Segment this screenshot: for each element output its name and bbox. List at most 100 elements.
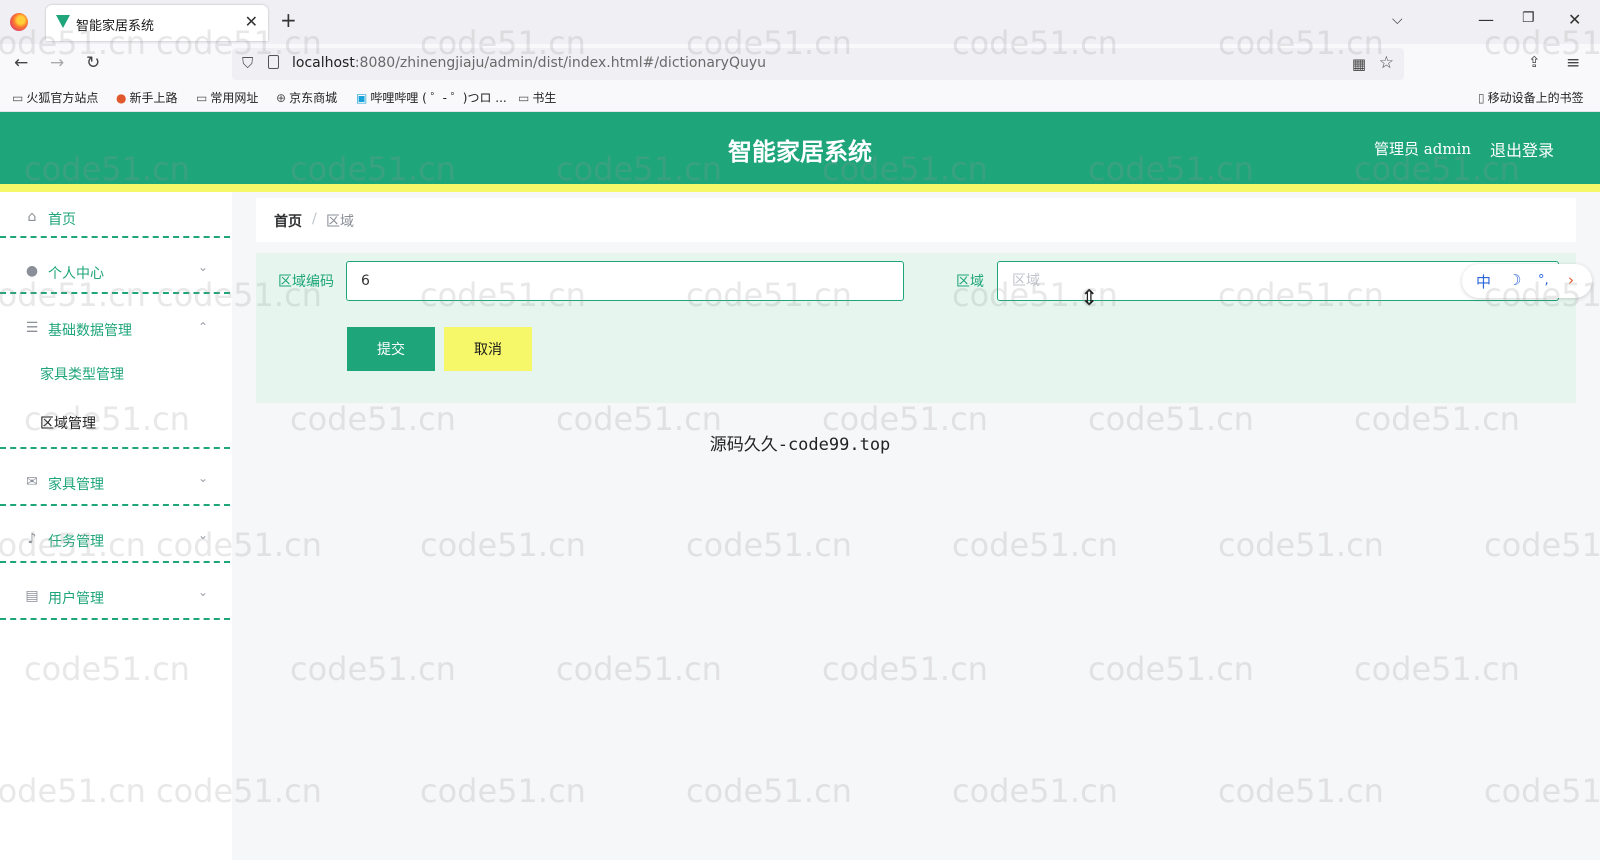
url-bar[interactable]: ⛉ localhost:8080/zhinengjiaju/admin/dist… <box>232 48 1404 80</box>
sidebar-item-label: 家具管理 <box>48 477 104 493</box>
ime-toolbar[interactable]: 中 ☽ °, › <box>1462 264 1592 298</box>
bookmark-item[interactable]: ▭ 常用网址 <box>196 89 258 106</box>
watermark: code51.cn <box>686 526 852 564</box>
sidebar-item-label: 个人中心 <box>48 266 104 282</box>
area-form: 区域编码 区域 提交 取消 <box>256 253 1576 403</box>
area-code-input[interactable] <box>346 261 904 301</box>
card-icon: ▤ <box>25 588 39 604</box>
watermark: code51.cn <box>1218 772 1384 810</box>
bookmarks-bar: ▭ 火狐官方站点 ● 新手上路 ▭ 常用网址 ⊕ 京东商城 ▣ 哔哩哔哩 ( ゜- ゜)つ… <box>0 84 1600 112</box>
moon-icon[interactable]: ☽ <box>1508 271 1521 289</box>
watermark: code51.cn <box>420 772 586 810</box>
sidebar-item-label: 任务管理 <box>48 534 104 550</box>
menu-divider <box>0 504 230 506</box>
menu-divider <box>0 618 230 620</box>
globe-icon: ⊕ <box>276 91 287 105</box>
breadcrumb-current: 区域 <box>326 214 354 230</box>
watermark: code51.cn <box>1354 650 1520 688</box>
mic-icon: ♪ <box>27 531 37 547</box>
sidebar: ⌂ 首页 ● 个人中心 ⌄ ☰ 基础数据管理 ⌃ 家具类型管理 区域管理 ✉ 家… <box>0 192 232 860</box>
watermark: code51.cn <box>952 526 1118 564</box>
tab-list-chevron-icon[interactable]: ⌵ <box>1392 12 1403 28</box>
phone-icon: ▯ <box>1478 91 1485 105</box>
watermark: code51.cn <box>1088 650 1254 688</box>
ime-language[interactable]: 中 <box>1476 271 1491 292</box>
folder-icon: ▭ <box>518 91 530 105</box>
cancel-button[interactable]: 取消 <box>444 327 532 371</box>
watermark: code51.cn <box>1484 526 1600 564</box>
shield-icon[interactable]: ⛉ <box>242 54 253 72</box>
breadcrumb-separator: / <box>312 211 317 227</box>
footer-note: 源码久久-code99.top <box>709 435 891 455</box>
header-accent-strip <box>0 184 1600 192</box>
back-arrow-icon[interactable]: ← <box>14 53 28 73</box>
chevron-down-icon: ⌄ <box>198 585 209 599</box>
chevron-down-icon: ⌄ <box>198 528 209 542</box>
watermark: code51.cn <box>822 650 988 688</box>
watermark: code51.cn <box>686 772 852 810</box>
text-cursor-icon: ⇕ <box>1080 286 1099 311</box>
area-code-label: 区域编码 <box>278 274 334 290</box>
window-close-icon[interactable]: ✕ <box>1568 10 1581 29</box>
bilibili-icon: ▣ <box>356 91 368 105</box>
vue-favicon-icon <box>56 15 70 28</box>
close-tab-icon[interactable]: ✕ <box>245 12 258 31</box>
mail-icon: ✉ <box>26 474 38 490</box>
area-label: 区域 <box>956 274 984 290</box>
qr-code-icon[interactable]: ▦ <box>1352 55 1366 73</box>
sidebar-item-label: 首页 <box>48 212 76 228</box>
chevron-right-icon[interactable]: › <box>1568 271 1574 289</box>
bookmark-item[interactable]: ▭ 火狐官方站点 <box>12 89 98 106</box>
submit-button[interactable]: 提交 <box>347 327 435 371</box>
firefox-logo-icon <box>10 13 28 31</box>
url-text[interactable]: localhost:8080/zhinengjiaju/admin/dist/i… <box>292 55 766 71</box>
forward-arrow-icon[interactable]: → <box>50 53 64 73</box>
page-icon <box>268 55 279 69</box>
current-user: 管理员 admin <box>1374 140 1471 158</box>
app-title: 智能家居系统 <box>728 137 872 166</box>
sidebar-item-basic-data[interactable]: ☰ 基础数据管理 ⌃ <box>0 303 232 359</box>
folder-icon: ▭ <box>12 91 24 105</box>
extensions-icon[interactable]: ⇪ <box>1528 53 1541 71</box>
watermark: code51.cn <box>952 772 1118 810</box>
breadcrumb: 首页 / 区域 <box>256 198 1576 242</box>
bookmark-item[interactable]: ▣ 哔哩哔哩 ( ゜- ゜)つロ ... <box>356 89 507 106</box>
folder-icon: ▭ <box>196 91 208 105</box>
sidebar-subitem-furniture-type[interactable]: 家具类型管理 <box>40 364 124 384</box>
sidebar-item-label: 用户管理 <box>48 591 104 607</box>
reload-icon[interactable]: ↻ <box>86 53 100 73</box>
logout-button[interactable]: 退出登录 <box>1490 137 1554 161</box>
bookmark-item[interactable]: ⊕ 京东商城 <box>276 89 337 106</box>
sidebar-item-home[interactable]: ⌂ 首页 <box>0 192 232 248</box>
chevron-down-icon: ⌄ <box>198 260 209 274</box>
breadcrumb-home[interactable]: 首页 <box>274 211 302 231</box>
watermark: code51.cn <box>1484 772 1600 810</box>
mobile-bookmarks[interactable]: ▯ 移动设备上的书签 <box>1478 89 1584 106</box>
watermark: code51.cn <box>1218 526 1384 564</box>
menu-divider <box>0 292 230 294</box>
punctuation-icon[interactable]: °, <box>1538 273 1549 288</box>
watermark: code51.cn <box>556 650 722 688</box>
bookmark-item[interactable]: ● 新手上路 <box>116 89 178 106</box>
browser-nav-bar: ← → ↻ ⛉ localhost:8080/zhinengjiaju/admi… <box>0 44 1600 84</box>
watermark: code51.cn <box>290 650 456 688</box>
chevron-down-icon: ⌄ <box>198 471 209 485</box>
firefox-icon: ● <box>116 91 127 105</box>
bookmark-star-icon[interactable]: ☆ <box>1379 53 1394 73</box>
tab-title: 智能家居系统 <box>76 19 155 34</box>
user-icon: ● <box>25 263 39 279</box>
browser-tab[interactable]: 智能家居系统 ✕ <box>46 5 268 41</box>
sidebar-item-label: 基础数据管理 <box>48 323 132 339</box>
chevron-up-icon: ⌃ <box>198 320 209 334</box>
menu-icon[interactable]: ≡ <box>1566 53 1580 73</box>
sliders-icon: ☰ <box>25 320 39 336</box>
bookmark-item[interactable]: ▭ 书生 <box>518 89 556 106</box>
restore-icon[interactable]: ❐ <box>1522 10 1535 26</box>
minimize-icon[interactable]: — <box>1478 10 1494 29</box>
home-icon: ⌂ <box>27 209 37 225</box>
app-header: 智能家居系统 管理员 admin 退出登录 <box>0 112 1600 184</box>
browser-tab-bar: 智能家居系统 ✕ + ⌵ — ❐ ✕ <box>0 0 1600 44</box>
watermark: code51.cn <box>420 526 586 564</box>
menu-divider <box>0 561 230 563</box>
new-tab-icon[interactable]: + <box>280 10 297 30</box>
